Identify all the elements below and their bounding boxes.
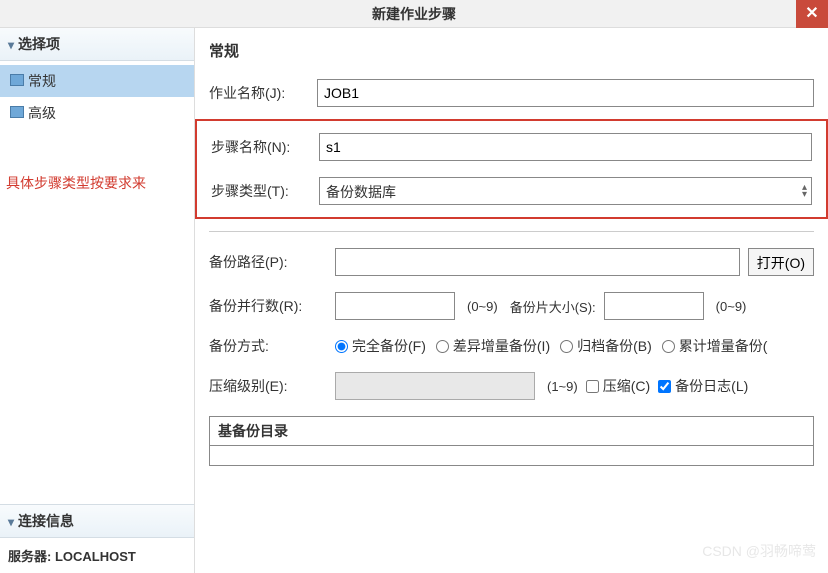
watermark: CSDN @羽畅啼莺 [702, 541, 816, 561]
parallel-label: 备份并行数(R): [209, 296, 327, 316]
mode-cumulative-radio[interactable]: 累计增量备份( [662, 336, 768, 356]
piece-size-label: 备份片大小(S): [510, 297, 596, 316]
backup-options-section: 备份路径(P): 打开(O) 备份并行数(R): (0~9) 备份片大小(S):… [209, 231, 814, 466]
piece-size-hint: (0~9) [716, 299, 747, 314]
step-type-value: 备份数据库 [326, 184, 396, 200]
step-type-row: 步骤类型(T): 备份数据库 ▴▾ [197, 177, 826, 205]
parallel-input[interactable] [335, 292, 455, 320]
step-type-label: 步骤类型(T): [211, 181, 311, 201]
sidebar-item-advanced[interactable]: 高级 [0, 97, 194, 129]
select-arrows-icon: ▴▾ [802, 184, 807, 198]
step-name-input[interactable] [319, 133, 812, 161]
sidebar-item-label: 高级 [28, 105, 56, 121]
job-name-row: 作业名称(J): [209, 79, 814, 107]
mode-diff-radio[interactable]: 差异增量备份(I) [436, 336, 550, 356]
connection-panel-header[interactable]: 连接信息 [0, 505, 194, 538]
section-title: 常规 [209, 40, 814, 61]
backup-log-checkbox[interactable]: 备份日志(L) [658, 376, 748, 396]
backup-mode-row: 备份方式: 完全备份(F) 差异增量备份(I) 归档备份(B) 累计增量备份( [209, 336, 814, 356]
backup-mode-label: 备份方式: [209, 336, 327, 356]
sidebar-item-label: 常规 [28, 73, 56, 89]
main-layout: 选择项 常规 高级 具体步骤类型按要求来 连接信息 服务器: LOCALHOST… [0, 28, 828, 573]
backup-path-label: 备份路径(P): [209, 252, 327, 272]
highlight-annotation-box: 步骤名称(N): 步骤类型(T): 备份数据库 ▴▾ [195, 119, 828, 219]
close-button[interactable]: ✕ [796, 0, 828, 28]
compress-row: 压缩级别(E): (1~9) 压缩(C) 备份日志(L) [209, 372, 814, 400]
compress-level-hint: (1~9) [547, 379, 578, 394]
base-backup-list[interactable]: 基备份目录 [209, 416, 814, 466]
piece-size-input[interactable] [604, 292, 704, 320]
base-backup-header: 基备份目录 [210, 417, 813, 446]
backup-path-input[interactable] [335, 248, 740, 276]
mode-full-radio[interactable]: 完全备份(F) [335, 336, 426, 356]
parallel-hint: (0~9) [467, 299, 498, 314]
open-button[interactable]: 打开(O) [748, 248, 814, 276]
sidebar: 选择项 常规 高级 具体步骤类型按要求来 连接信息 服务器: LOCALHOST [0, 28, 195, 573]
step-type-select[interactable]: 备份数据库 ▴▾ [319, 177, 812, 205]
step-name-row: 步骤名称(N): [197, 133, 826, 161]
annotation-text: 具体步骤类型按要求来 [0, 163, 194, 203]
backup-path-row: 备份路径(P): 打开(O) [209, 248, 814, 276]
options-panel-header[interactable]: 选择项 [0, 28, 194, 61]
step-name-label: 步骤名称(N): [211, 137, 311, 157]
job-name-label: 作业名称(J): [209, 83, 309, 103]
dialog-titlebar: 新建作业步骤 ✕ [0, 0, 828, 28]
connection-panel: 连接信息 服务器: LOCALHOST [0, 504, 194, 573]
backup-mode-group: 完全备份(F) 差异增量备份(I) 归档备份(B) 累计增量备份( [335, 336, 767, 356]
mode-archive-radio[interactable]: 归档备份(B) [560, 336, 652, 356]
compress-checkbox[interactable]: 压缩(C) [586, 376, 650, 396]
sidebar-items: 常规 高级 [0, 61, 194, 133]
compress-level-input [335, 372, 535, 400]
compress-level-label: 压缩级别(E): [209, 376, 327, 396]
dialog-title: 新建作业步骤 [372, 6, 456, 22]
content-area: 常规 作业名称(J): 步骤名称(N): 步骤类型(T): 备份数据库 ▴▾ [195, 28, 828, 573]
sidebar-item-general[interactable]: 常规 [0, 65, 194, 97]
parallel-row: 备份并行数(R): (0~9) 备份片大小(S): (0~9) [209, 292, 814, 320]
server-info: 服务器: LOCALHOST [0, 538, 194, 573]
job-name-input[interactable] [317, 79, 814, 107]
